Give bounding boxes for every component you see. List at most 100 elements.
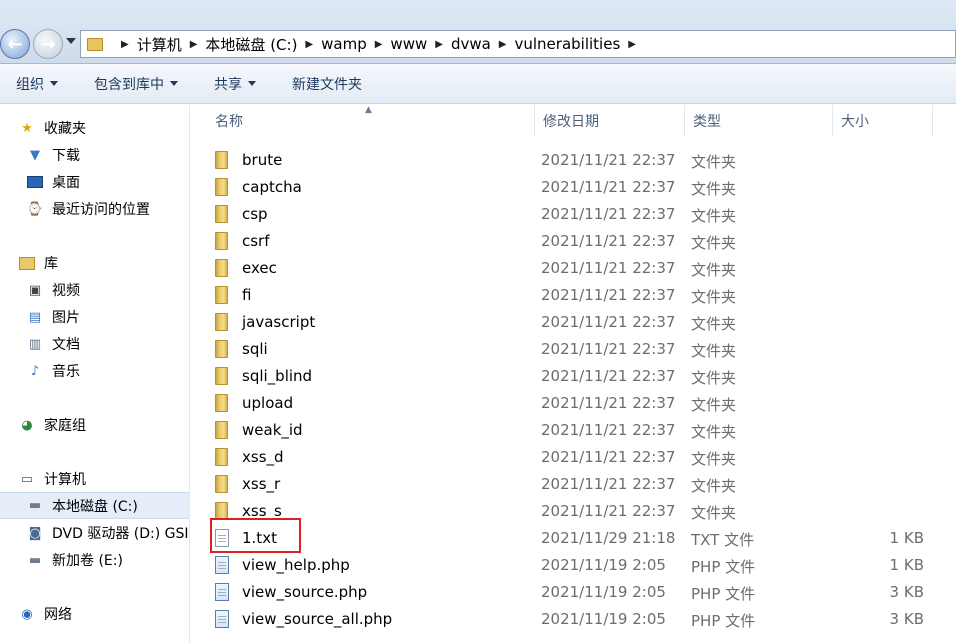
back-button[interactable]: ← [0, 29, 30, 59]
caret-down-icon [170, 81, 178, 86]
file-row[interactable]: view_source.php 2021/11/19 2:05 PHP 文件 3 KB [191, 578, 956, 605]
file-row[interactable]: javascript 2021/11/21 22:37 文件夹 [191, 308, 956, 335]
file-date: 2021/11/21 22:37 [541, 286, 676, 304]
desktop-icon [26, 174, 44, 190]
file-row[interactable]: fi 2021/11/21 22:37 文件夹 [191, 281, 956, 308]
chevron-right-icon[interactable]: ▶ [305, 39, 313, 50]
file-name: view_help.php [242, 556, 350, 574]
file-row[interactable]: brute 2021/11/21 22:37 文件夹 [191, 146, 956, 173]
sidebar-label: 视频 [52, 283, 80, 299]
file-type: TXT 文件 [691, 531, 755, 549]
sidebar-item-music[interactable]: ♪ 音乐 [26, 361, 80, 381]
column-header-label: 大小 [841, 114, 869, 130]
file-date: 2021/11/19 2:05 [541, 556, 666, 574]
file-row[interactable]: captcha 2021/11/21 22:37 文件夹 [191, 173, 956, 200]
folder-icon [215, 151, 228, 169]
breadcrumb-dvwa[interactable]: dvwa [451, 35, 491, 53]
folder-icon [215, 286, 228, 304]
folder-icon [215, 178, 228, 196]
column-header-modified[interactable]: 修改日期 [535, 105, 685, 137]
sidebar-item-libraries[interactable]: 库 [18, 253, 58, 273]
sidebar-label: 计算机 [44, 472, 86, 488]
sidebar-label: 下载 [52, 148, 80, 164]
breadcrumb-www[interactable]: www [390, 35, 427, 53]
php-file-icon [215, 556, 229, 574]
breadcrumb-wamp[interactable]: wamp [321, 35, 367, 53]
recent-pages-dropdown[interactable] [66, 38, 76, 44]
chevron-right-icon[interactable]: ▶ [121, 39, 129, 50]
include-library-menu[interactable]: 包含到库中 [94, 64, 178, 104]
sidebar-item-homegroup[interactable]: ◕ 家庭组 [18, 415, 86, 435]
sidebar-item-pictures[interactable]: ▤ 图片 [26, 307, 80, 327]
file-size: 3 KB [889, 610, 924, 628]
chevron-right-icon[interactable]: ▶ [375, 39, 383, 50]
new-folder-button[interactable]: 新建文件夹 [292, 64, 362, 104]
file-row[interactable]: xss_r 2021/11/21 22:37 文件夹 [191, 470, 956, 497]
file-row[interactable]: xss_d 2021/11/21 22:37 文件夹 [191, 443, 956, 470]
sidebar-label: 文档 [52, 337, 80, 353]
file-name: sqli [242, 340, 268, 358]
sidebar-item-desktop[interactable]: 桌面 [26, 172, 80, 192]
forward-button[interactable]: → [33, 29, 63, 59]
file-name: view_source_all.php [242, 610, 393, 628]
organize-menu[interactable]: 组织 [16, 64, 58, 104]
chevron-right-icon[interactable]: ▶ [628, 39, 636, 50]
file-row[interactable]: exec 2021/11/21 22:37 文件夹 [191, 254, 956, 281]
chevron-right-icon[interactable]: ▶ [499, 39, 507, 50]
file-date: 2021/11/21 22:37 [541, 502, 676, 520]
file-date: 2021/11/21 22:37 [541, 232, 676, 250]
folder-icon [215, 205, 228, 223]
sidebar-item-computer[interactable]: ▭ 计算机 [18, 469, 86, 489]
sidebar-item-downloads[interactable]: ▼ 下载 [26, 145, 80, 165]
file-date: 2021/11/19 2:05 [541, 610, 666, 628]
file-row[interactable]: sqli 2021/11/21 22:37 文件夹 [191, 335, 956, 362]
file-type: 文件夹 [691, 477, 737, 495]
breadcrumb-computer[interactable]: 计算机 [137, 34, 182, 55]
file-name: csrf [242, 232, 270, 250]
file-date: 2021/11/21 22:37 [541, 475, 676, 493]
column-header-label: 名称 [215, 114, 243, 130]
file-row[interactable]: xss_s 2021/11/21 22:37 文件夹 [191, 497, 956, 524]
column-header-type[interactable]: 类型 [685, 105, 833, 137]
computer-icon: ▭ [20, 471, 34, 487]
highlight-box [210, 518, 301, 553]
folder-icon [215, 394, 228, 412]
file-row[interactable]: csp 2021/11/21 22:37 文件夹 [191, 200, 956, 227]
file-date: 2021/11/21 22:37 [541, 178, 676, 196]
chevron-right-icon[interactable]: ▶ [190, 39, 198, 50]
breadcrumb-local-disk[interactable]: 本地磁盘 (C:) [205, 34, 297, 55]
navigation-pane: ★ 收藏夹 ▼ 下载 桌面 ⌚ 最近访问的位置 库 ▣ 视频 ▤ 图片 ▥ 文档 ♪ 音乐 ◕… [0, 105, 190, 643]
sidebar-item-recent[interactable]: ⌚ 最近访问的位置 [26, 199, 150, 219]
share-menu[interactable]: 共享 [214, 64, 256, 104]
drive-icon: ▬ [28, 498, 42, 513]
php-file-icon [215, 610, 229, 628]
file-date: 2021/11/29 21:18 [541, 529, 676, 547]
sidebar-item-dvd-drive[interactable]: ◙ DVD 驱动器 (D:) GSI [26, 523, 190, 543]
file-row[interactable]: csrf 2021/11/21 22:37 文件夹 [191, 227, 956, 254]
column-header-size[interactable]: 大小 [833, 105, 933, 137]
sidebar-item-documents[interactable]: ▥ 文档 [26, 334, 80, 354]
file-row[interactable]: view_help.php 2021/11/19 2:05 PHP 文件 1 KB [191, 551, 956, 578]
breadcrumb-vulnerabilities[interactable]: vulnerabilities [515, 35, 621, 53]
sidebar-label: 家庭组 [44, 418, 86, 434]
file-row[interactable]: upload 2021/11/21 22:37 文件夹 [191, 389, 956, 416]
network-icon: ◉ [21, 606, 33, 622]
arrow-left-icon: ← [7, 33, 23, 55]
sidebar-item-network[interactable]: ◉ 网络 [18, 604, 72, 624]
file-row[interactable]: view_source_all.php 2021/11/19 2:05 PHP 文件… [191, 605, 956, 632]
breadcrumb[interactable]: ▶ 计算机 ▶ 本地磁盘 (C:) ▶ wamp ▶ www ▶ dvwa ▶ vulner… [80, 30, 956, 58]
share-label: 共享 [214, 76, 242, 93]
sidebar-item-favorites[interactable]: ★ 收藏夹 [18, 118, 86, 138]
file-type: 文件夹 [691, 423, 737, 441]
sidebar-item-local-disk[interactable]: ▬ 本地磁盘 (C:) [0, 492, 189, 519]
new-folder-label: 新建文件夹 [292, 76, 362, 93]
file-name: xss_d [242, 448, 284, 466]
sidebar-item-videos[interactable]: ▣ 视频 [26, 280, 80, 300]
file-row[interactable]: weak_id 2021/11/21 22:37 文件夹 [191, 416, 956, 443]
column-header-name[interactable]: 名称 [207, 105, 535, 137]
sidebar-item-new-volume[interactable]: ▬ 新加卷 (E:) [26, 550, 123, 570]
file-row[interactable]: sqli_blind 2021/11/21 22:37 文件夹 [191, 362, 956, 389]
file-row[interactable]: 1.txt 2021/11/29 21:18 TXT 文件 1 KB [191, 524, 956, 551]
sidebar-label: 库 [44, 256, 58, 272]
chevron-right-icon[interactable]: ▶ [435, 39, 443, 50]
